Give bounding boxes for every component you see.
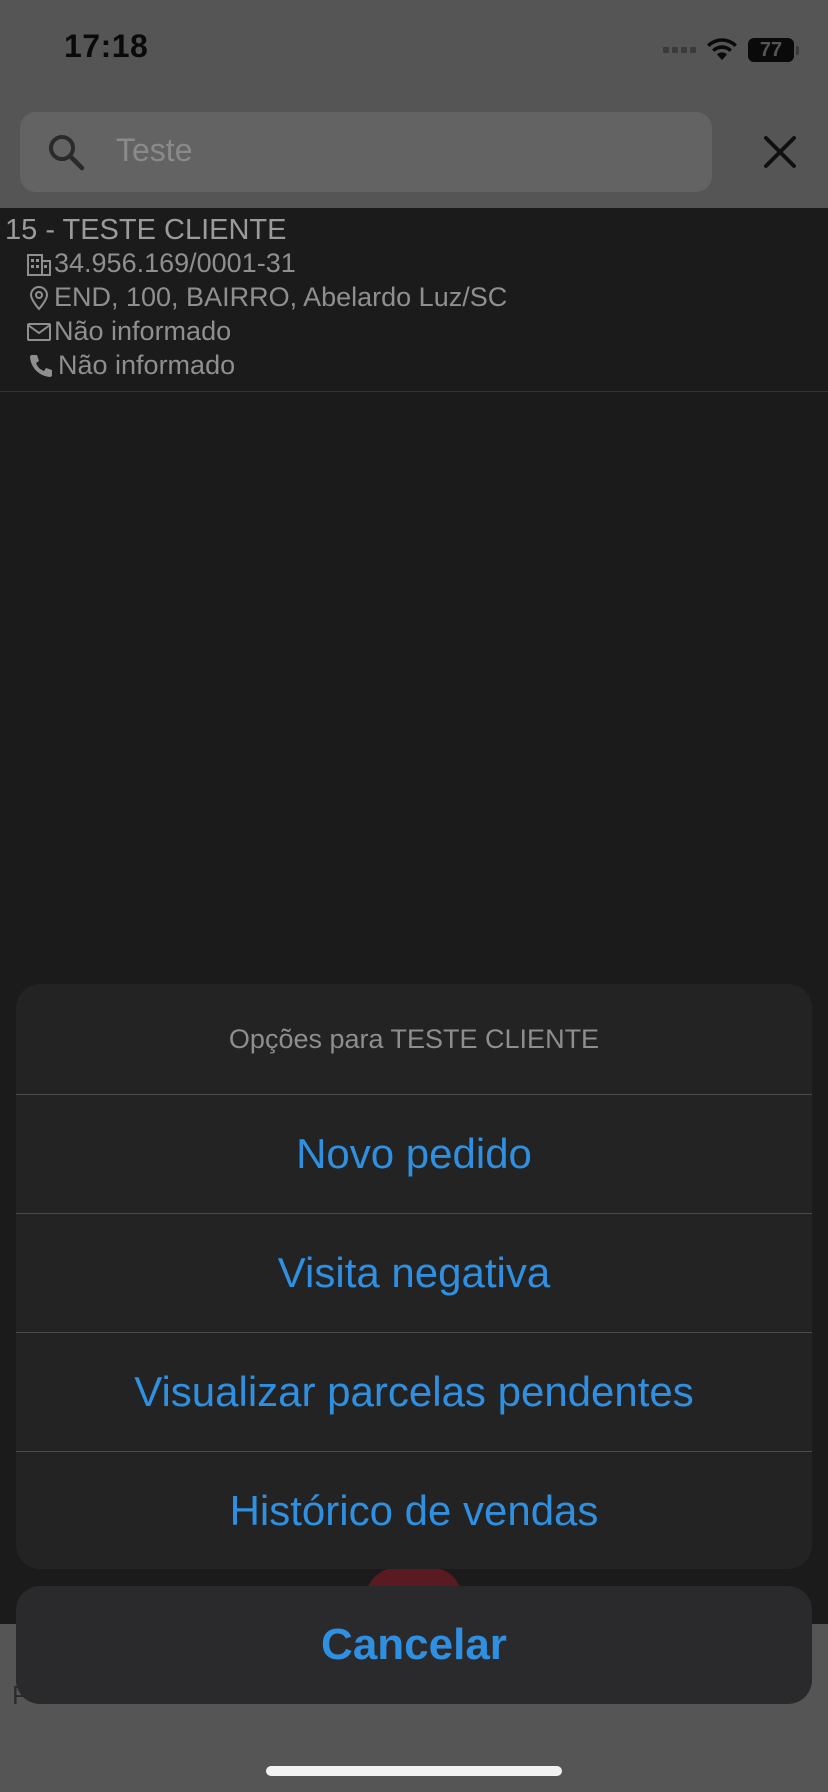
- client-document-line: 34.956.169/0001-31: [26, 248, 296, 279]
- action-sheet-title: Opções para TESTE CLIENTE: [16, 984, 812, 1095]
- status-bar: 17:18 77: [0, 0, 828, 100]
- view-pending-installments-button[interactable]: Visualizar parcelas pendentes: [16, 1333, 812, 1452]
- client-list-item[interactable]: 15 - TESTE CLIENTE 34.956.169/0001-31 EN…: [0, 208, 828, 392]
- mail-icon: [27, 322, 51, 341]
- client-address-line: END, 100, BAIRRO, Abelardo Luz/SC: [26, 282, 507, 313]
- phone-icon: [30, 354, 52, 377]
- search-icon: [49, 135, 85, 171]
- client-email-line: Não informado: [26, 316, 231, 347]
- cellular-signal-icon: [663, 47, 696, 53]
- client-email: Não informado: [54, 316, 232, 346]
- location-pin-icon: [29, 285, 49, 311]
- battery-icon: 77: [748, 38, 799, 62]
- client-phone: Não informado: [58, 350, 236, 380]
- status-icons: 77: [663, 34, 799, 66]
- status-time: 17:18: [64, 28, 149, 64]
- wifi-icon: [707, 38, 737, 60]
- action-sheet: Opções para TESTE CLIENTE Novo pedido Vi…: [16, 984, 812, 1569]
- cancel-button[interactable]: Cancelar: [16, 1586, 812, 1704]
- home-indicator[interactable]: [266, 1766, 562, 1776]
- negative-visit-button[interactable]: Visita negativa: [16, 1214, 812, 1333]
- building-icon: [27, 253, 51, 276]
- client-document: 34.956.169/0001-31: [54, 248, 296, 278]
- search-input[interactable]: Teste: [20, 112, 712, 192]
- client-title: 15 - TESTE CLIENTE: [5, 214, 287, 246]
- client-phone-line: Não informado: [26, 350, 235, 381]
- search-value: Teste: [116, 132, 193, 168]
- client-address: END, 100, BAIRRO, Abelardo Luz/SC: [54, 282, 508, 312]
- search-bar: Teste: [0, 100, 828, 208]
- new-order-button[interactable]: Novo pedido: [16, 1095, 812, 1214]
- sales-history-button[interactable]: Histórico de vendas: [16, 1452, 812, 1569]
- close-icon[interactable]: [758, 130, 802, 174]
